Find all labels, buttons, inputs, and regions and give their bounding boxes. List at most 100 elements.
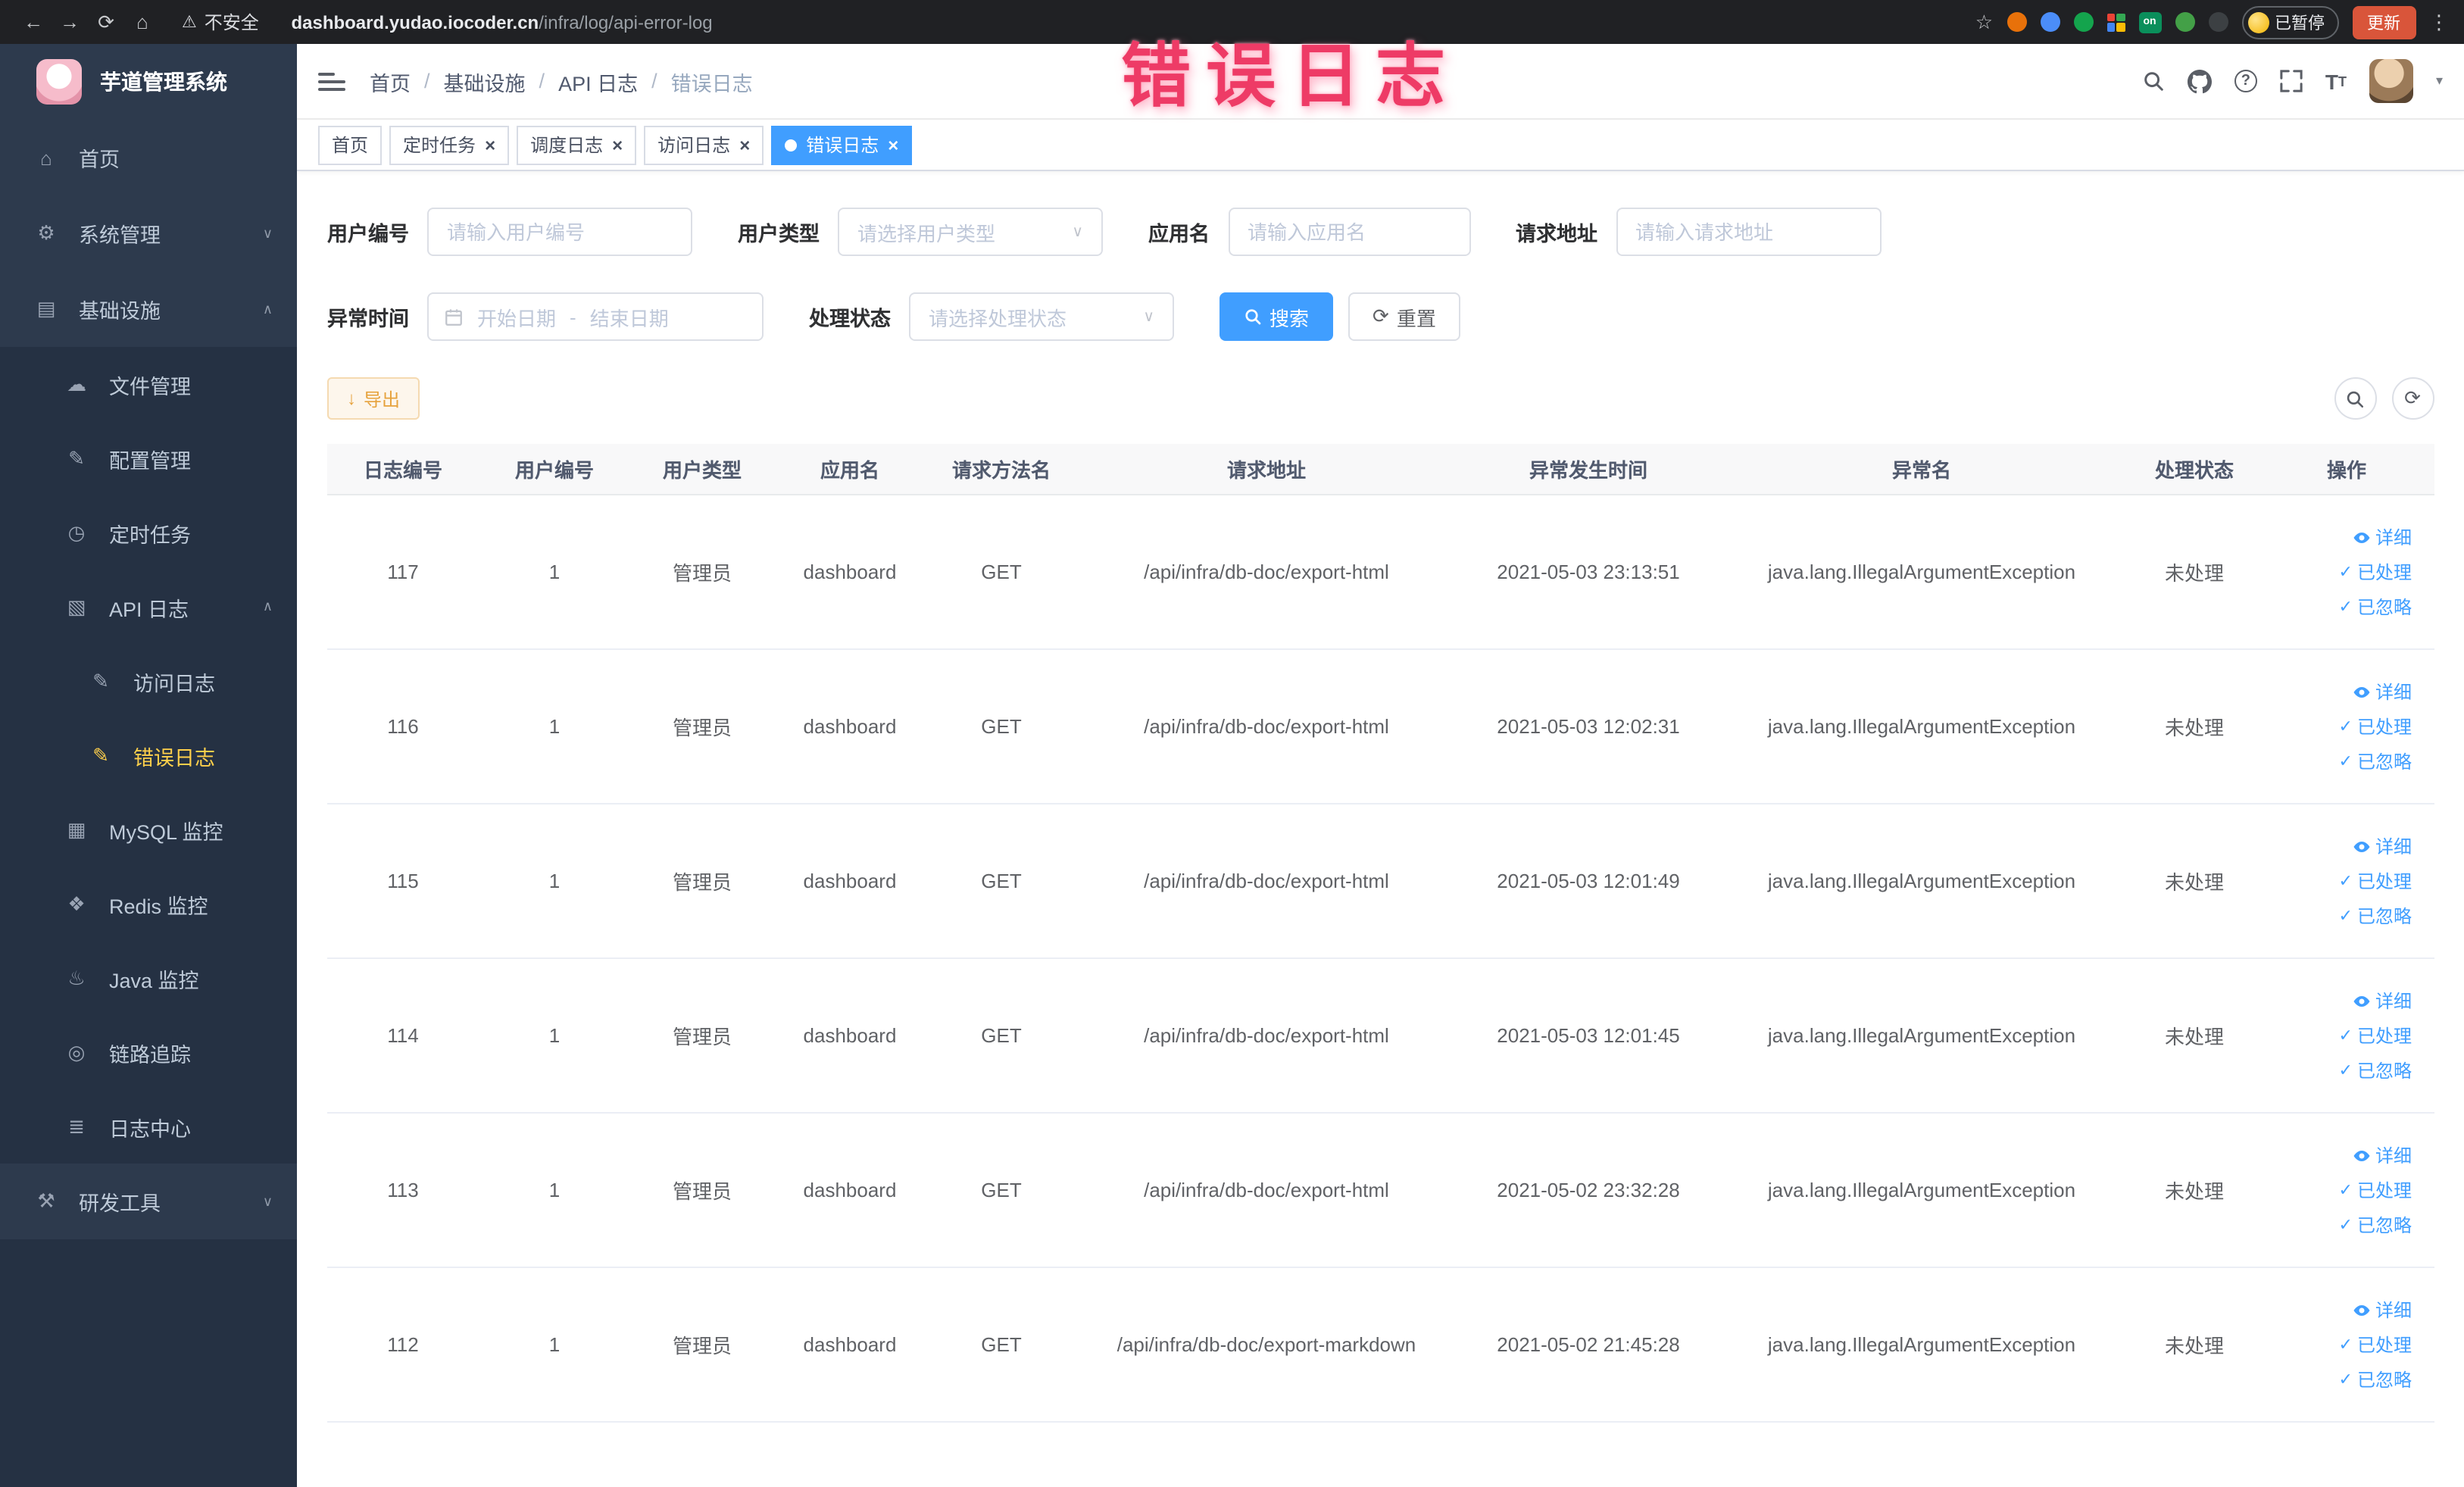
action-detail-link[interactable]: 详细 — [2353, 988, 2412, 1014]
exception-time-label: 异常时间 — [327, 308, 409, 330]
sidebar-submenu-item[interactable]: ❖ Redis 监控 — [0, 867, 297, 941]
sidebar-submenu-item[interactable]: ✎ 错误日志 — [0, 718, 297, 792]
action-detail-link[interactable]: 详细 — [2353, 679, 2412, 704]
tab-close-icon[interactable]: × — [485, 136, 495, 154]
request-url-input[interactable] — [1616, 208, 1881, 256]
search-icon[interactable] — [2142, 70, 2165, 92]
cell-app-name: dashboard — [803, 870, 897, 892]
cell-actions: 详细 ✓ 已处理 ✓ 已忽略 — [2266, 524, 2427, 620]
sidebar-submenu-item[interactable]: ✎ 配置管理 — [0, 421, 297, 495]
action-ignored-link[interactable]: ✓ 已忽略 — [2339, 1367, 2412, 1392]
sidebar-submenu-item[interactable]: ☁ 文件管理 — [0, 347, 297, 421]
breadcrumb-item[interactable]: 首页 — [370, 66, 411, 96]
action-detail-link[interactable]: 详细 — [2353, 833, 2412, 859]
sidebar-submenu-item[interactable]: ✎ 访问日志 — [0, 644, 297, 718]
extension-icon[interactable] — [2175, 12, 2194, 32]
action-ignored-link[interactable]: ✓ 已忽略 — [2339, 594, 2412, 620]
password-manager-icon[interactable]: on — [2138, 11, 2161, 33]
font-size-icon[interactable]: TT — [2325, 69, 2347, 93]
avatar-caret-down-icon[interactable]: ▾ — [2436, 73, 2443, 89]
table-row: 116 1 管理员 dashboard GET /api/infra/db-do… — [327, 650, 2434, 804]
view-tab[interactable]: 访问日志 × — [644, 125, 764, 164]
extensions-grid-icon[interactable] — [2106, 13, 2125, 31]
breadcrumb-item[interactable]: API 日志 — [558, 66, 638, 96]
search-button[interactable]: 搜索 — [1220, 292, 1334, 341]
action-detail-link[interactable]: 详细 — [2353, 1297, 2412, 1323]
reset-button[interactable]: ⟳ 重置 — [1348, 292, 1460, 341]
action-ignored-link[interactable]: ✓ 已忽略 — [2339, 748, 2412, 774]
refresh-table-icon-button[interactable]: ⟳ — [2391, 377, 2434, 420]
help-icon[interactable]: ? — [2234, 70, 2257, 92]
action-processed-link[interactable]: ✓ 已处理 — [2339, 1023, 2412, 1048]
export-button[interactable]: ↓ 导出 — [327, 377, 420, 420]
app-name-label: 应用名 — [1148, 223, 1210, 245]
reload-icon[interactable]: ⟳ — [88, 10, 124, 34]
action-ignored-link[interactable]: ✓ 已忽略 — [2339, 903, 2412, 929]
action-processed-link[interactable]: ✓ 已处理 — [2339, 559, 2412, 585]
sidebar-submenu-item[interactable]: ◎ 链路追踪 — [0, 1015, 297, 1089]
browser-menu-icon[interactable]: ⋮ — [2429, 10, 2449, 34]
action-detail-link[interactable]: 详细 — [2353, 1142, 2412, 1168]
sidebar-logo[interactable]: 芋道管理系统 — [0, 44, 297, 120]
action-ignored-link[interactable]: ✓ 已忽略 — [2339, 1212, 2412, 1238]
sidebar-submenu-item[interactable]: ◷ 定时任务 — [0, 495, 297, 570]
browser-home-icon[interactable]: ⌂ — [124, 11, 161, 33]
action-ignored-link[interactable]: ✓ 已忽略 — [2339, 1057, 2412, 1083]
security-indicator[interactable]: ⚠ 不安全 — [182, 9, 259, 35]
sidebar-menu-item[interactable]: ⚒ 研发工具 ∨ — [0, 1164, 297, 1239]
security-label: 不安全 — [204, 12, 259, 33]
browser-update-button[interactable]: 更新 — [2352, 5, 2416, 39]
back-icon[interactable]: ← — [15, 11, 52, 33]
toggle-search-icon-button[interactable] — [2334, 377, 2376, 420]
user-id-input[interactable] — [427, 208, 692, 256]
sidebar-submenu-item[interactable]: ▧ API 日志 ∧ — [0, 570, 297, 644]
tab-close-icon[interactable]: × — [739, 136, 750, 154]
action-detail-link[interactable]: 详细 — [2353, 524, 2412, 550]
bookmark-star-icon[interactable]: ☆ — [1975, 10, 1993, 34]
action-processed-link[interactable]: ✓ 已处理 — [2339, 714, 2412, 739]
cell-exception-time: 2021-05-03 12:02:31 — [1497, 715, 1680, 738]
action-processed-link[interactable]: ✓ 已处理 — [2339, 868, 2412, 894]
sidebar-submenu-item[interactable]: ▦ MySQL 监控 — [0, 792, 297, 867]
extension-icon[interactable] — [2006, 12, 2026, 32]
sidebar-menu-item[interactable]: ⚙ 系统管理 ∨ — [0, 195, 297, 271]
address-bar[interactable]: dashboard.yudao.iocoder.cn/infra/log/api… — [291, 11, 712, 33]
extension-icon[interactable] — [2073, 12, 2093, 32]
user-type-select[interactable]: 请选择用户类型 ∨ — [838, 208, 1103, 256]
sidebar-menu-item[interactable]: ▤ 基础设施 ∧ — [0, 271, 297, 347]
exception-time-range-picker[interactable]: 开始日期 - 结束日期 — [427, 292, 764, 341]
app-name-input[interactable] — [1228, 208, 1470, 256]
process-status-select[interactable]: 请选择处理状态 ∨ — [909, 292, 1174, 341]
action-processed-link[interactable]: ✓ 已处理 — [2339, 1332, 2412, 1357]
sidebar-menu-item[interactable]: ⌂ 首页 — [0, 120, 297, 195]
column-header: 异常名 — [1891, 459, 1951, 482]
cell-user-type: 管理员 — [672, 1180, 732, 1203]
table-row: 112 1 管理员 dashboard GET /api/infra/db-do… — [327, 1268, 2434, 1423]
view-tab[interactable]: 首页 — [318, 125, 383, 164]
view-tab[interactable]: 定时任务 × — [389, 125, 510, 164]
menu-item-icon: ✎ — [92, 743, 109, 766]
fullscreen-icon[interactable] — [2280, 70, 2303, 92]
collapse-sidebar-icon[interactable] — [318, 72, 345, 90]
github-icon[interactable] — [2187, 69, 2212, 93]
cell-app-name: dashboard — [803, 1024, 897, 1047]
cell-actions: 详细 ✓ 已处理 ✓ 已忽略 — [2266, 679, 2427, 774]
extension-icon[interactable] — [2040, 12, 2060, 32]
forward-icon[interactable]: → — [52, 11, 88, 33]
breadcrumb-item[interactable]: 基础设施 — [444, 66, 526, 96]
user-avatar[interactable] — [2369, 59, 2413, 103]
download-icon: ↓ — [347, 388, 356, 409]
sidebar-submenu-item[interactable]: ≣ 日志中心 — [0, 1089, 297, 1164]
menu-item-label: MySQL 监控 — [109, 820, 223, 843]
main-area: 首页 / 基础设施 / API 日志 / 错误日志 ? TT ▾ 首页 定时任务… — [297, 44, 2464, 1487]
user-type-label: 用户类型 — [738, 223, 820, 245]
menu-item-icon: ✎ — [68, 446, 85, 469]
paused-badge[interactable]: 已暂停 — [2241, 5, 2338, 39]
sidebar-submenu-item[interactable]: ♨ Java 监控 — [0, 941, 297, 1015]
tab-close-icon[interactable]: × — [888, 136, 898, 154]
action-processed-link[interactable]: ✓ 已处理 — [2339, 1177, 2412, 1203]
view-tab[interactable]: 错误日志 × — [771, 125, 913, 164]
tab-close-icon[interactable]: × — [612, 136, 623, 154]
view-tab[interactable]: 调度日志 × — [517, 125, 637, 164]
extension-icon[interactable] — [2208, 12, 2228, 32]
